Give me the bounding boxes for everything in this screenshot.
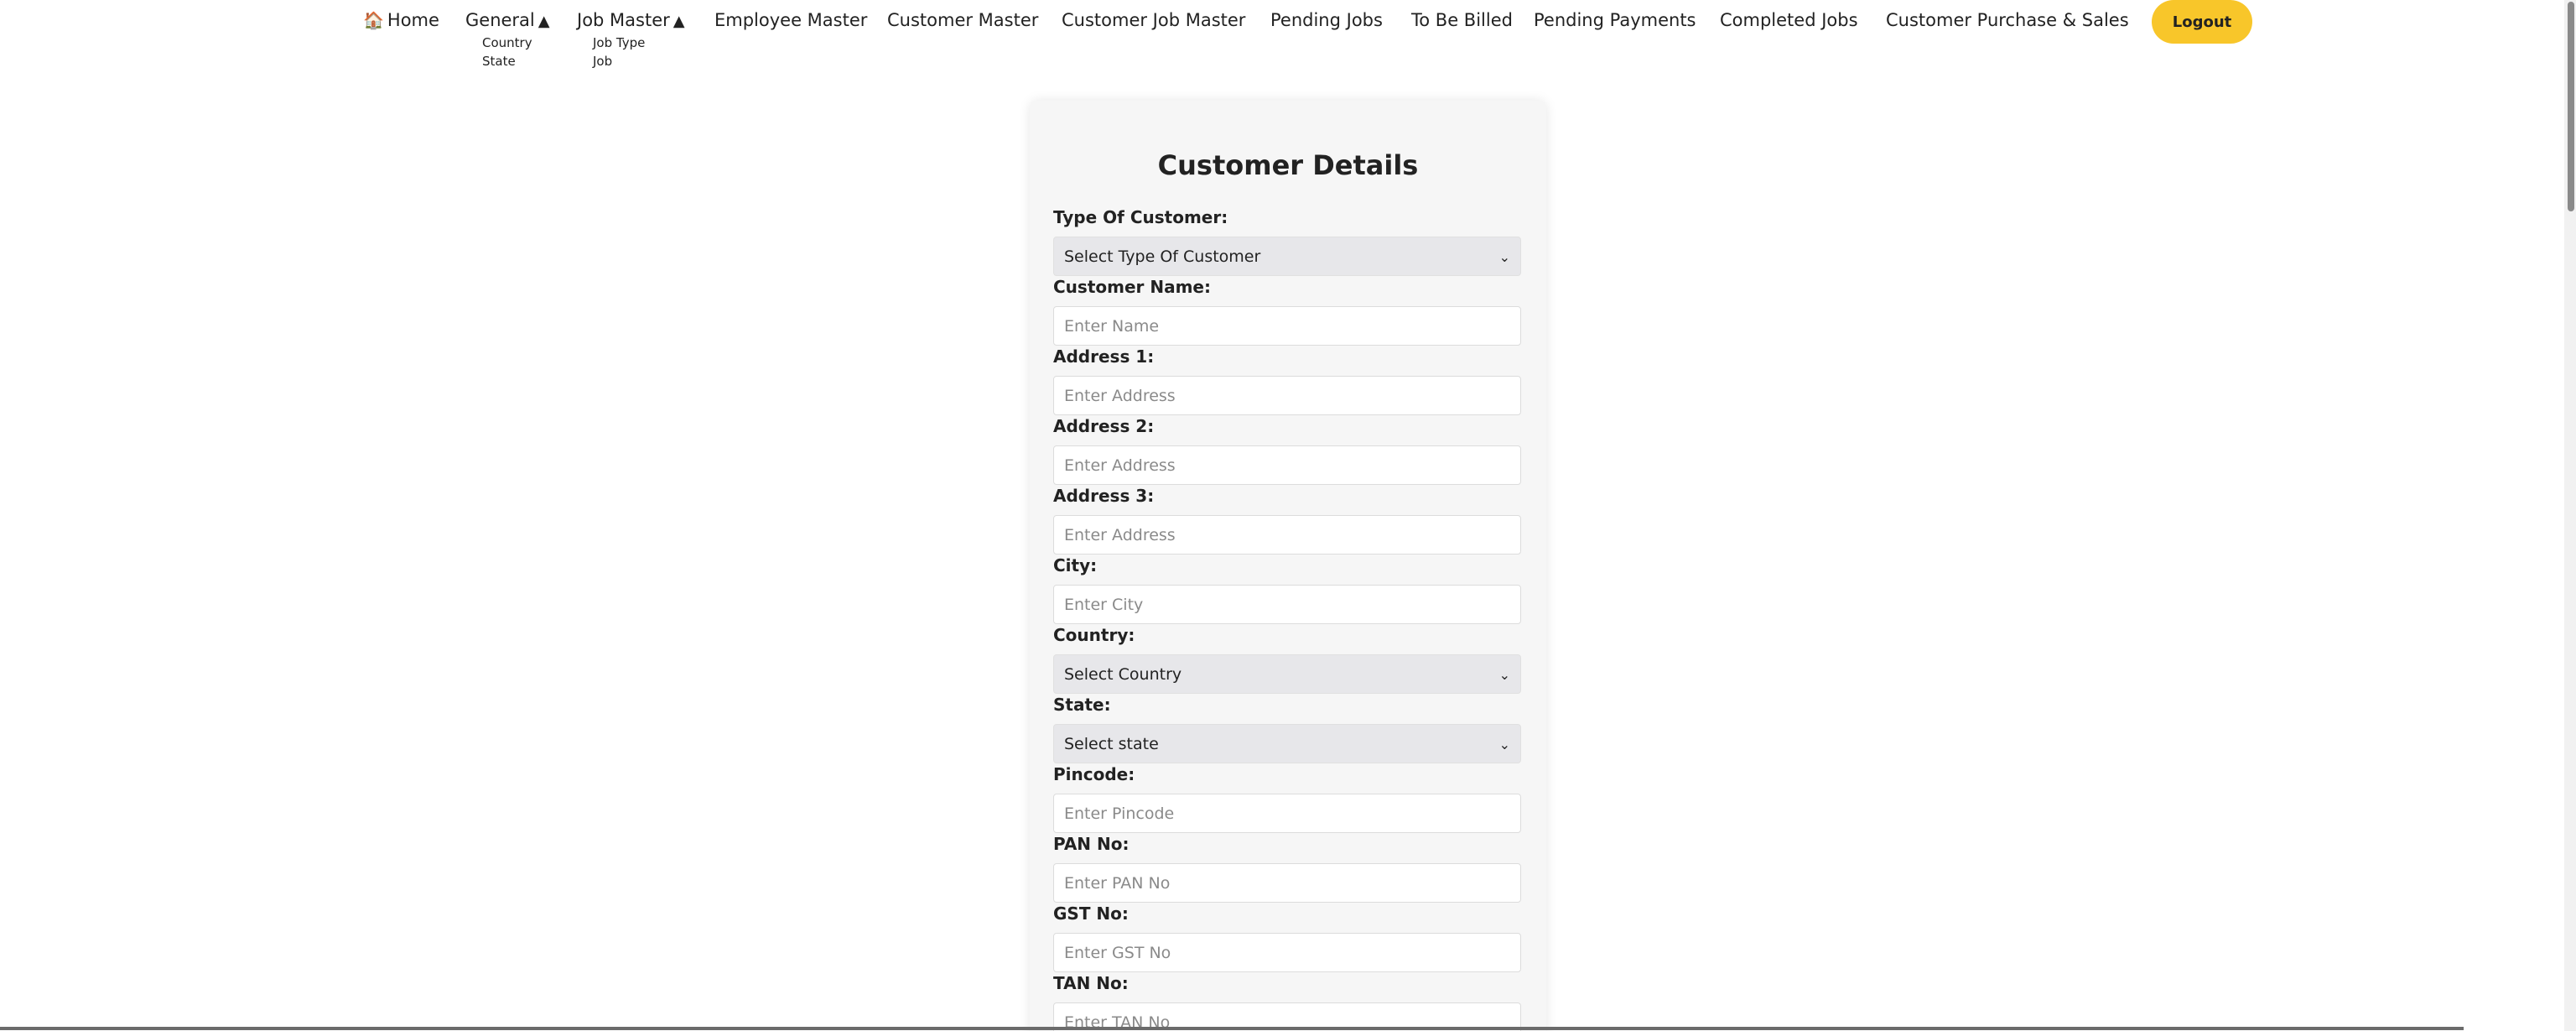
address1-group: Address 1: bbox=[1053, 346, 1521, 415]
top-navbar: 🏠 Home General ▲ Country State Job Master ▲… bbox=[0, 0, 2559, 76]
state-group: State: Select state ⌄ bbox=[1053, 694, 1521, 763]
chevron-down-icon: ⌄ bbox=[1498, 667, 1510, 683]
submenu-item-country[interactable]: Country bbox=[482, 34, 532, 52]
customer-name-label: Customer Name: bbox=[1053, 277, 1211, 297]
caret-up-icon: ▲ bbox=[538, 13, 550, 30]
pan-input[interactable] bbox=[1053, 863, 1521, 903]
pincode-group: Pincode: bbox=[1053, 763, 1521, 833]
nav-general-dropdown[interactable]: General ▲ bbox=[465, 10, 550, 30]
nav-completed-jobs[interactable]: Completed Jobs bbox=[1720, 10, 1858, 30]
type-of-customer-label: Type Of Customer: bbox=[1053, 207, 1228, 227]
nav-employee-master[interactable]: Employee Master bbox=[714, 10, 867, 30]
state-value: Select state bbox=[1064, 735, 1159, 753]
customer-name-input[interactable] bbox=[1053, 306, 1521, 346]
country-select[interactable]: Select Country ⌄ bbox=[1053, 654, 1521, 694]
gst-input[interactable] bbox=[1053, 933, 1521, 972]
city-input[interactable] bbox=[1053, 585, 1521, 624]
city-label: City: bbox=[1053, 555, 1098, 575]
bottom-divider bbox=[0, 1027, 2464, 1030]
nav-home-label: Home bbox=[387, 10, 439, 30]
caret-up-icon: ▲ bbox=[673, 13, 685, 30]
address2-input[interactable] bbox=[1053, 445, 1521, 485]
nav-jobmaster-label: Job Master bbox=[577, 10, 670, 30]
scrollbar-thumb[interactable] bbox=[2568, 2, 2574, 211]
nav-home-link[interactable]: 🏠 Home bbox=[363, 10, 439, 30]
customer-name-group: Customer Name: bbox=[1053, 276, 1521, 346]
address2-label: Address 2: bbox=[1053, 416, 1155, 436]
address3-group: Address 3: bbox=[1053, 485, 1521, 555]
state-select[interactable]: Select state ⌄ bbox=[1053, 724, 1521, 763]
chevron-down-icon: ⌄ bbox=[1498, 249, 1510, 265]
nav-pending-payments[interactable]: Pending Payments bbox=[1534, 10, 1696, 30]
submenu-item-job[interactable]: Job bbox=[593, 52, 645, 70]
country-group: Country: Select Country ⌄ bbox=[1053, 624, 1521, 694]
state-label: State: bbox=[1053, 695, 1111, 715]
nav-customer-job-master[interactable]: Customer Job Master bbox=[1062, 10, 1245, 30]
country-label: Country: bbox=[1053, 625, 1135, 645]
pan-label: PAN No: bbox=[1053, 834, 1130, 854]
nav-to-be-billed[interactable]: To Be Billed bbox=[1411, 10, 1513, 30]
address3-input[interactable] bbox=[1053, 515, 1521, 555]
gst-label: GST No: bbox=[1053, 903, 1129, 924]
jobmaster-submenu: Job Type Job bbox=[593, 34, 645, 70]
pincode-input[interactable] bbox=[1053, 794, 1521, 833]
pincode-label: Pincode: bbox=[1053, 764, 1135, 784]
type-of-customer-select[interactable]: Select Type Of Customer ⌄ bbox=[1053, 237, 1521, 276]
type-of-customer-value: Select Type Of Customer bbox=[1064, 247, 1261, 266]
customer-details-card: Customer Details Type Of Customer: Selec… bbox=[1030, 101, 1546, 1031]
pan-group: PAN No: bbox=[1053, 833, 1521, 903]
general-submenu: Country State bbox=[482, 34, 532, 70]
vertical-scrollbar[interactable] bbox=[2564, 0, 2576, 1031]
tan-label: TAN No: bbox=[1053, 973, 1129, 993]
nav-jobmaster-dropdown[interactable]: Job Master ▲ bbox=[577, 10, 685, 30]
house-icon: 🏠 bbox=[363, 10, 384, 30]
country-value: Select Country bbox=[1064, 665, 1182, 684]
city-group: City: bbox=[1053, 555, 1521, 624]
address1-input[interactable] bbox=[1053, 376, 1521, 415]
submenu-item-state[interactable]: State bbox=[482, 52, 532, 70]
nav-general-label: General bbox=[465, 10, 535, 30]
chevron-down-icon: ⌄ bbox=[1498, 737, 1510, 752]
nav-customer-purchase-sales[interactable]: Customer Purchase & Sales bbox=[1886, 10, 2129, 30]
address3-label: Address 3: bbox=[1053, 486, 1155, 506]
tan-group: TAN No: bbox=[1053, 972, 1521, 1031]
address1-label: Address 1: bbox=[1053, 346, 1155, 367]
page: 🏠 Home General ▲ Country State Job Master ▲… bbox=[0, 0, 2576, 1031]
type-of-customer-group: Type Of Customer: Select Type Of Custome… bbox=[1053, 206, 1521, 276]
address2-group: Address 2: bbox=[1053, 415, 1521, 485]
nav-customer-master[interactable]: Customer Master bbox=[887, 10, 1038, 30]
nav-pending-jobs[interactable]: Pending Jobs bbox=[1270, 10, 1383, 30]
submenu-item-job-type[interactable]: Job Type bbox=[593, 34, 645, 52]
gst-group: GST No: bbox=[1053, 903, 1521, 972]
form-title: Customer Details bbox=[1157, 149, 1419, 181]
logout-button[interactable]: Logout bbox=[2152, 0, 2252, 44]
